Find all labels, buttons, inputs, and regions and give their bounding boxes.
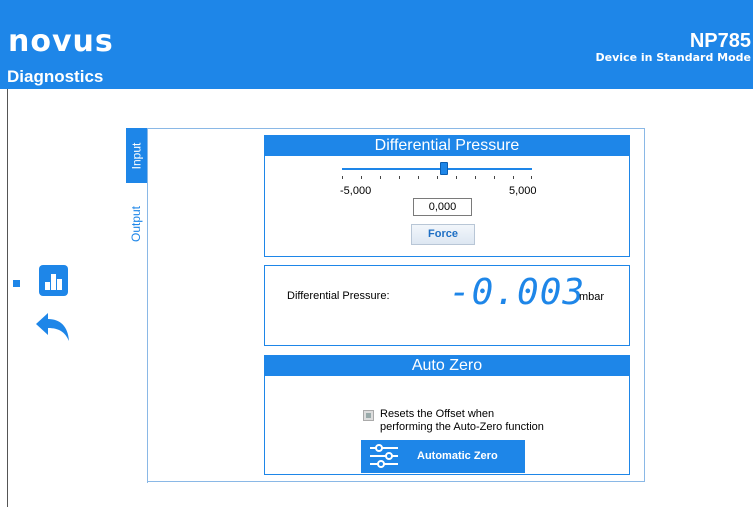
- pressure-reading-panel: Differential Pressure: -0.003 mbar: [264, 265, 630, 346]
- sliders-icon: [370, 444, 398, 468]
- bar-chart-icon[interactable]: [39, 265, 68, 296]
- reset-offset-checkbox[interactable]: [363, 410, 374, 421]
- slider-max-label: 5,000: [509, 185, 537, 197]
- reading-value: -0.003: [449, 272, 586, 313]
- panel-title: Auto Zero: [265, 356, 629, 376]
- tab-strip: Input Output: [126, 128, 148, 483]
- differential-pressure-panel: Differential Pressure -5,000 5,000 Force: [264, 135, 630, 257]
- device-name: NP785: [689, 30, 751, 52]
- slider-track[interactable]: [342, 168, 532, 170]
- reset-offset-line2: performing the Auto-Zero function: [380, 421, 544, 433]
- active-nav-indicator: [13, 280, 20, 287]
- auto-zero-panel: Auto Zero Resets the Offset when perform…: [264, 355, 630, 475]
- slider-min-label: -5,000: [340, 185, 372, 197]
- window-left-border: [7, 89, 8, 507]
- novus-logo: novus: [8, 24, 114, 59]
- tab-input-label: Input: [129, 142, 144, 169]
- tab-output-label: Output: [129, 205, 144, 242]
- page-title: Diagnostics: [7, 67, 104, 86]
- reading-label: Differential Pressure:: [287, 290, 390, 302]
- tab-output[interactable]: Output: [126, 191, 147, 256]
- back-arrow-icon[interactable]: [34, 312, 72, 342]
- slider-thumb[interactable]: [440, 162, 448, 175]
- slider-ticks: [342, 176, 532, 180]
- automatic-zero-label: Automatic Zero: [417, 450, 498, 462]
- force-button[interactable]: Force: [411, 224, 475, 245]
- header-bar: novus Diagnostics NP785 Device in Standa…: [0, 0, 753, 89]
- automatic-zero-button[interactable]: Automatic Zero: [361, 440, 525, 473]
- reset-offset-line1: Resets the Offset when: [380, 408, 495, 420]
- reading-unit: mbar: [579, 291, 605, 303]
- pressure-value-input[interactable]: [413, 198, 472, 216]
- reset-offset-label: Resets the Offset when performing the Au…: [380, 408, 544, 434]
- device-mode: Device in Standard Mode: [595, 51, 751, 64]
- tab-input[interactable]: Input: [126, 128, 147, 183]
- panel-title: Differential Pressure: [265, 136, 629, 156]
